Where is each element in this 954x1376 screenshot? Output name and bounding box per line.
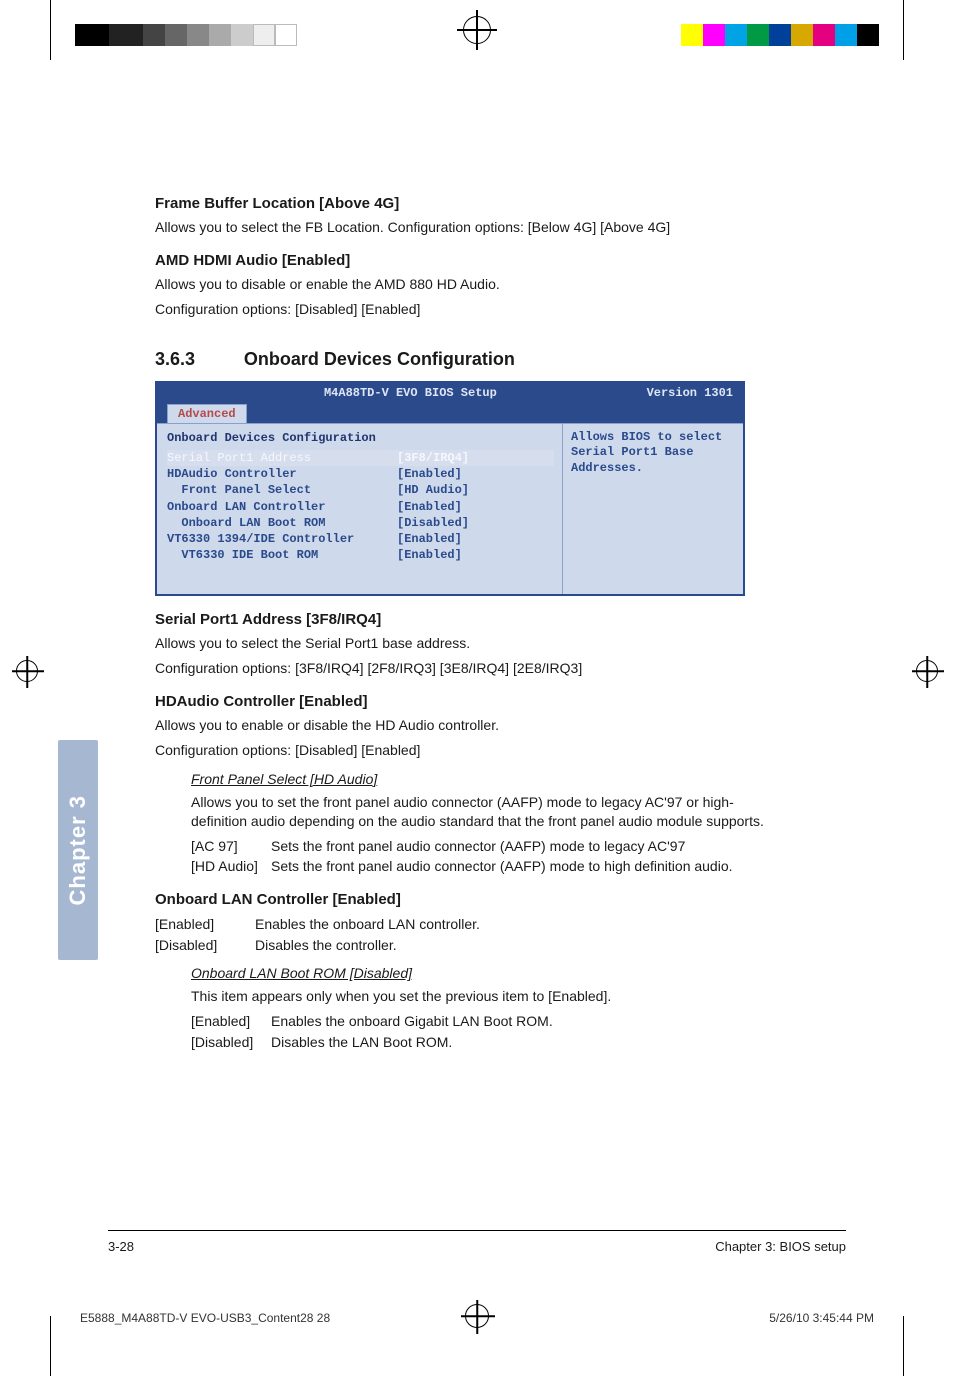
option-row: [AC 97]Sets the front panel audio connec… bbox=[191, 837, 775, 856]
reg-swatch bbox=[231, 24, 253, 46]
option-key: [Disabled] bbox=[155, 936, 255, 955]
page-content: Frame Buffer Location [Above 4G] Allows … bbox=[155, 180, 775, 1054]
reg-swatch bbox=[703, 24, 725, 46]
reg-swatch bbox=[857, 24, 879, 46]
footer-rule bbox=[108, 1230, 846, 1231]
reg-swatch bbox=[209, 24, 231, 46]
bios-setting-row[interactable]: VT6330 1394/IDE Controller[Enabled] bbox=[167, 531, 554, 547]
page-footer: 3-28 Chapter 3: BIOS setup bbox=[108, 1238, 846, 1256]
reg-swatch bbox=[769, 24, 791, 46]
reg-swatch bbox=[75, 24, 109, 46]
subheading-front-panel: Front Panel Select [HD Audio] bbox=[191, 770, 775, 789]
page-number: 3-28 bbox=[108, 1238, 134, 1256]
bios-setting-name: Serial Port1 Address bbox=[167, 450, 397, 466]
heading-onboard-lan: Onboard LAN Controller [Enabled] bbox=[155, 890, 775, 910]
reg-swatch bbox=[187, 24, 209, 46]
bios-setting-value: [HD Audio] bbox=[397, 482, 469, 498]
bios-version: Version 1301 bbox=[647, 385, 733, 401]
subheading-lan-boot-rom: Onboard LAN Boot ROM [Disabled] bbox=[191, 964, 775, 983]
option-row: [Disabled]Disables the controller. bbox=[155, 936, 775, 955]
bios-setting-row[interactable]: HDAudio Controller[Enabled] bbox=[167, 466, 554, 482]
print-timestamp: 5/26/10 3:45:44 PM bbox=[769, 1310, 874, 1326]
bios-setting-value: [3F8/IRQ4] bbox=[397, 450, 469, 466]
bios-setting-row[interactable]: Onboard LAN Controller[Enabled] bbox=[167, 499, 554, 515]
bios-subpanel-title: Onboard Devices Configuration bbox=[167, 430, 554, 446]
option-value: Enables the onboard LAN controller. bbox=[255, 915, 775, 934]
option-row: [Disabled]Disables the LAN Boot ROM. bbox=[191, 1033, 775, 1052]
option-row: [Enabled]Enables the onboard LAN control… bbox=[155, 915, 775, 934]
print-file: E5888_M4A88TD-V EVO-USB3_Content28 28 bbox=[80, 1310, 330, 1326]
print-slug: E5888_M4A88TD-V EVO-USB3_Content28 28 5/… bbox=[80, 1310, 874, 1326]
text: Allows you to select the FB Location. Co… bbox=[155, 218, 775, 237]
bios-setting-value: [Disabled] bbox=[397, 515, 469, 531]
text: Allows you to set the front panel audio … bbox=[191, 793, 775, 831]
chapter-tab: Chapter 3 bbox=[58, 740, 98, 960]
bios-setting-row[interactable]: VT6330 IDE Boot ROM[Enabled] bbox=[167, 547, 554, 563]
heading-hdaudio: HDAudio Controller [Enabled] bbox=[155, 692, 775, 712]
option-key: [Enabled] bbox=[191, 1012, 271, 1031]
bios-setting-row[interactable]: Front Panel Select[HD Audio] bbox=[167, 482, 554, 498]
bios-tab-advanced[interactable]: Advanced bbox=[167, 404, 247, 423]
text: Configuration options: [3F8/IRQ4] [2F8/I… bbox=[155, 659, 775, 678]
bios-setting-name: Onboard LAN Controller bbox=[167, 499, 397, 515]
option-value: Sets the front panel audio connector (AA… bbox=[271, 837, 775, 856]
option-value: Enables the onboard Gigabit LAN Boot ROM… bbox=[271, 1012, 775, 1031]
bios-panel: . M4A88TD-V EVO BIOS Setup Version 1301 … bbox=[155, 381, 745, 595]
option-row: [HD Audio]Sets the front panel audio con… bbox=[191, 857, 775, 876]
bios-setting-value: [Enabled] bbox=[397, 466, 462, 482]
text: Configuration options: [Disabled] [Enabl… bbox=[155, 741, 775, 760]
bios-setting-name: VT6330 IDE Boot ROM bbox=[167, 547, 397, 563]
crosshair-icon bbox=[465, 1304, 489, 1328]
bios-setting-value: [Enabled] bbox=[397, 547, 462, 563]
bios-title: M4A88TD-V EVO BIOS Setup bbox=[324, 385, 497, 401]
reg-swatch bbox=[791, 24, 813, 46]
bios-setting-name: Front Panel Select bbox=[167, 482, 397, 498]
option-value: Sets the front panel audio connector (AA… bbox=[271, 857, 775, 876]
registration-marks bbox=[0, 24, 954, 54]
chapter-label: Chapter 3: BIOS setup bbox=[715, 1238, 846, 1256]
crosshair-icon bbox=[463, 16, 491, 44]
text: Allows you to disable or enable the AMD … bbox=[155, 275, 775, 294]
bios-setting-name: VT6330 1394/IDE Controller bbox=[167, 531, 397, 547]
reg-swatch bbox=[835, 24, 857, 46]
text: Allows you to enable or disable the HD A… bbox=[155, 716, 775, 735]
reg-swatch bbox=[813, 24, 835, 46]
heading-amd-hdmi-audio: AMD HDMI Audio [Enabled] bbox=[155, 251, 775, 271]
option-value: Disables the LAN Boot ROM. bbox=[271, 1033, 775, 1052]
crosshair-icon bbox=[916, 660, 938, 682]
heading-serial-port1: Serial Port1 Address [3F8/IRQ4] bbox=[155, 610, 775, 630]
bios-setting-value: [Enabled] bbox=[397, 531, 462, 547]
reg-swatch bbox=[109, 24, 143, 46]
bios-setting-name: HDAudio Controller bbox=[167, 466, 397, 482]
text: Configuration options: [Disabled] [Enabl… bbox=[155, 300, 775, 319]
option-row: [Enabled]Enables the onboard Gigabit LAN… bbox=[191, 1012, 775, 1031]
reg-swatch bbox=[253, 24, 275, 46]
bios-setting-row[interactable]: Onboard LAN Boot ROM[Disabled] bbox=[167, 515, 554, 531]
text: This item appears only when you set the … bbox=[191, 987, 775, 1006]
option-key: [HD Audio] bbox=[191, 857, 271, 876]
text: Allows you to select the Serial Port1 ba… bbox=[155, 634, 775, 653]
reg-swatch bbox=[275, 24, 297, 46]
option-key: [Enabled] bbox=[155, 915, 255, 934]
option-key: [Disabled] bbox=[191, 1033, 271, 1052]
bios-setting-value: [Enabled] bbox=[397, 499, 462, 515]
bios-help-text: Allows BIOS to select Serial Port1 Base … bbox=[571, 430, 735, 477]
reg-swatch bbox=[725, 24, 747, 46]
option-key: [AC 97] bbox=[191, 837, 271, 856]
bios-setting-row[interactable]: Serial Port1 Address[3F8/IRQ4] bbox=[167, 450, 554, 466]
reg-swatch bbox=[681, 24, 703, 46]
section-title: Onboard Devices Configuration bbox=[244, 349, 515, 369]
option-value: Disables the controller. bbox=[255, 936, 775, 955]
reg-swatch bbox=[747, 24, 769, 46]
reg-swatch bbox=[165, 24, 187, 46]
reg-swatch bbox=[143, 24, 165, 46]
heading-frame-buffer: Frame Buffer Location [Above 4G] bbox=[155, 194, 775, 214]
bios-setting-name: Onboard LAN Boot ROM bbox=[167, 515, 397, 531]
crosshair-icon bbox=[16, 660, 38, 682]
section-number: 3.6.3 bbox=[155, 347, 240, 371]
